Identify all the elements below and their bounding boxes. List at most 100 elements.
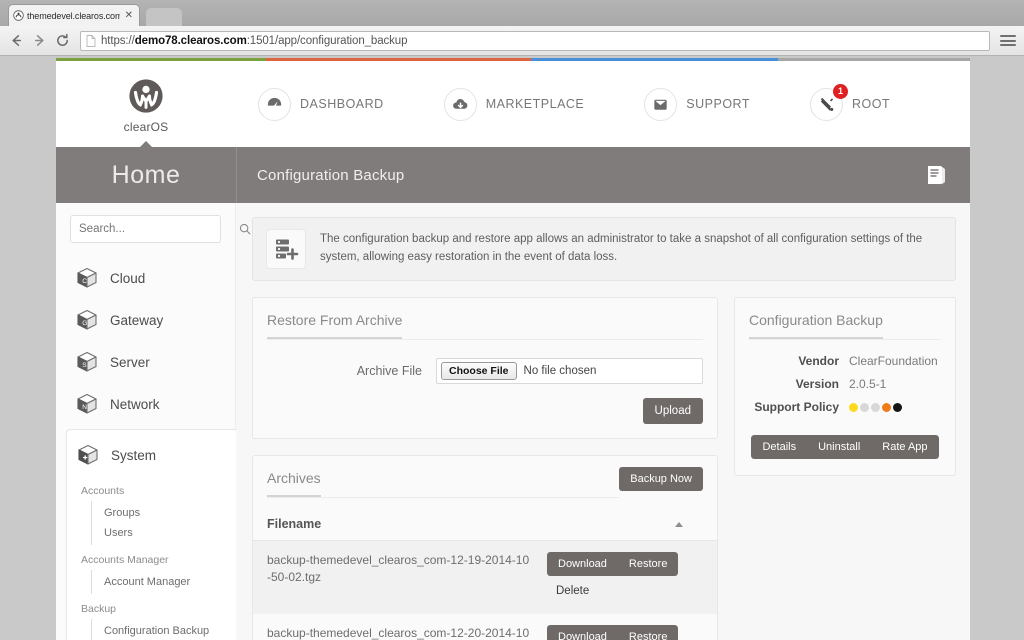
tab-close-icon[interactable]: ✕ bbox=[123, 10, 135, 21]
panel-title: Archives bbox=[267, 470, 321, 497]
sidebar-group-system: System Accounts Groups Users Accounts Ma… bbox=[66, 429, 236, 640]
sidebar-item-cloud[interactable]: C Cloud bbox=[70, 257, 221, 299]
support-policy-dot bbox=[871, 402, 880, 412]
documentation-book-icon[interactable] bbox=[924, 163, 948, 187]
hamburger-menu-icon[interactable] bbox=[1000, 33, 1016, 49]
restore-panel-actions: Upload bbox=[253, 384, 717, 438]
clearos-logo-icon bbox=[129, 78, 163, 113]
archives-table-body: backup-themedevel_clearos_com-12-19-2014… bbox=[253, 540, 717, 640]
archive-file-input[interactable]: Choose File No file chosen bbox=[436, 358, 703, 384]
backup-now-button[interactable]: Backup Now bbox=[619, 467, 703, 491]
home-section[interactable]: Home bbox=[56, 141, 236, 203]
archives-table: Filename backup-themedevel_clearos_com-1… bbox=[253, 508, 717, 640]
brand-logo-area[interactable]: clearOS bbox=[56, 61, 236, 147]
server-add-icon bbox=[266, 229, 306, 269]
app-info-list: Vendor ClearFoundation Version 2.0.5-1 S… bbox=[735, 340, 955, 429]
sidebar-item-label: Network bbox=[110, 396, 160, 412]
sidebar-nav: C Cloud G Gateway S Server N Network bbox=[70, 257, 221, 425]
browser-tabstrip: themedevel.clearos.com - ✕ bbox=[0, 0, 1024, 26]
search-input[interactable] bbox=[79, 223, 233, 235]
content-side-column: Configuration Backup Vendor ClearFoundat… bbox=[734, 297, 956, 492]
new-tab-button[interactable] bbox=[146, 8, 182, 26]
page-titlebar: Home Configuration Backup bbox=[56, 141, 970, 203]
choose-file-button[interactable]: Choose File bbox=[441, 362, 517, 380]
url-bar[interactable]: https://demo78.clearos.com:1501/app/conf… bbox=[80, 30, 990, 51]
panel-header: Restore From Archive bbox=[253, 298, 717, 340]
restore-button[interactable]: Restore bbox=[617, 552, 679, 576]
svg-text:S: S bbox=[82, 362, 87, 369]
support-policy-dot bbox=[882, 402, 891, 412]
delete-button[interactable]: Delete bbox=[547, 579, 598, 603]
sidebar-subitem-users[interactable]: Users bbox=[92, 523, 236, 543]
app-info-button-group: Details Uninstall Rate App bbox=[751, 435, 939, 459]
home-caret-icon bbox=[140, 141, 152, 147]
page-title: Configuration Backup bbox=[257, 166, 405, 184]
uninstall-button[interactable]: Uninstall bbox=[807, 435, 872, 459]
column-header-filename[interactable]: Filename bbox=[253, 508, 717, 541]
sidebar-subsection-accounts: Accounts Groups Users bbox=[71, 485, 236, 545]
envelope-icon bbox=[644, 87, 678, 121]
archive-filename: backup-themedevel_clearos_com-12-20-2014… bbox=[267, 626, 530, 640]
sidebar-item-label: Gateway bbox=[110, 312, 164, 328]
browser-tab[interactable]: themedevel.clearos.com - ✕ bbox=[8, 4, 140, 26]
cube-icon bbox=[78, 444, 98, 465]
cube-icon: G bbox=[77, 309, 97, 330]
page-viewport: clearOS DASHBOARD MARKETPLACE SUPPORT 1 … bbox=[0, 56, 1024, 640]
subsection-title: Accounts Manager bbox=[81, 554, 169, 566]
reload-icon[interactable] bbox=[54, 33, 70, 49]
app-info-actions: Details Uninstall Rate App bbox=[735, 429, 955, 475]
subsection-title: Accounts bbox=[81, 485, 125, 497]
support-policy-dot bbox=[849, 402, 858, 412]
sidebar-subitem-account-manager[interactable]: Account Manager bbox=[92, 572, 236, 592]
topnav-label: ROOT bbox=[851, 97, 891, 111]
upload-button[interactable]: Upload bbox=[642, 398, 703, 424]
restore-button[interactable]: Restore bbox=[617, 625, 679, 640]
svg-text:G: G bbox=[82, 320, 87, 327]
page-title-bar: Configuration Backup bbox=[236, 147, 970, 203]
sidebar-subsection-backup: Backup Configuration Backup bbox=[71, 603, 236, 640]
subsection-items: Groups Users bbox=[91, 501, 236, 545]
sidebar-subitem-configuration-backup[interactable]: Configuration Backup bbox=[92, 621, 236, 640]
file-chosen-status: No file chosen bbox=[523, 365, 597, 377]
info-key: Version bbox=[795, 377, 839, 391]
sidebar-item-network[interactable]: N Network bbox=[70, 383, 221, 425]
app-description-banner: The configuration backup and restore app… bbox=[252, 217, 956, 281]
table-header-row: Filename bbox=[253, 508, 717, 541]
sidebar-item-gateway[interactable]: G Gateway bbox=[70, 299, 221, 341]
download-button[interactable]: Download bbox=[547, 625, 618, 640]
info-key: Support Policy bbox=[754, 400, 839, 414]
subsection-items: Account Manager bbox=[91, 570, 236, 594]
browser-toolbar: https://demo78.clearos.com:1501/app/conf… bbox=[0, 26, 1024, 56]
topnav-item-dashboard[interactable]: DASHBOARD bbox=[258, 87, 384, 121]
archive-filename: backup-themedevel_clearos_com-12-19-2014… bbox=[253, 540, 547, 614]
topnav-item-root[interactable]: 1 ROOT bbox=[809, 83, 891, 121]
sidebar-item-server[interactable]: S Server bbox=[70, 341, 221, 383]
sidebar-item-system[interactable]: System bbox=[71, 434, 236, 476]
archive-row-actions: Download Restore Delete bbox=[547, 540, 717, 614]
home-label: Home bbox=[111, 160, 181, 189]
sort-ascending-icon[interactable] bbox=[675, 522, 683, 527]
sidebar-item-label: Cloud bbox=[110, 270, 146, 286]
clearos-webapp: clearOS DASHBOARD MARKETPLACE SUPPORT 1 … bbox=[56, 58, 970, 640]
archives-table-head: Filename bbox=[253, 508, 717, 541]
topnav-item-support[interactable]: SUPPORT bbox=[644, 87, 750, 121]
sidebar-search[interactable] bbox=[70, 215, 251, 243]
sidebar-subitem-groups[interactable]: Groups bbox=[92, 503, 236, 523]
archive-row-actions: Download Restore Delete bbox=[547, 614, 717, 640]
subsection-title: Backup bbox=[81, 603, 117, 615]
info-value: ClearFoundation bbox=[849, 354, 938, 368]
topnav-label: SUPPORT bbox=[686, 97, 750, 111]
topnav-item-marketplace[interactable]: MARKETPLACE bbox=[443, 87, 585, 121]
panel-header: Configuration Backup bbox=[735, 298, 955, 340]
info-value: 2.0.5-1 bbox=[849, 377, 887, 391]
clearos-favicon-icon bbox=[13, 10, 24, 21]
rate-app-button[interactable]: Rate App bbox=[871, 435, 939, 459]
tools-icon: 1 bbox=[809, 83, 848, 121]
download-button[interactable]: Download bbox=[547, 552, 618, 576]
forward-arrow-icon[interactable] bbox=[31, 33, 47, 49]
panel-title: Restore From Archive bbox=[267, 312, 403, 339]
panel-title: Configuration Backup bbox=[749, 312, 883, 339]
details-button[interactable]: Details bbox=[751, 435, 808, 459]
back-arrow-icon[interactable] bbox=[8, 33, 24, 49]
column-header-label: Filename bbox=[267, 517, 322, 531]
